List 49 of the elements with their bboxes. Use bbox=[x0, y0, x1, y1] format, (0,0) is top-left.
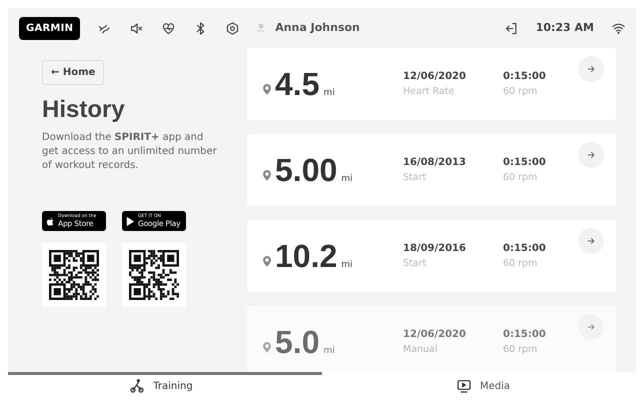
distance-unit: mi bbox=[341, 172, 353, 186]
brand-logo: GARMIN bbox=[19, 16, 80, 40]
record-card[interactable]: 4.5 mi 12/06/2020 Heart Rate 0:15:00 60 rpm bbox=[247, 48, 616, 120]
distance-value: 5.00 bbox=[275, 154, 338, 186]
record-date: 16/08/2013 bbox=[403, 156, 467, 170]
record-card[interactable]: 5.00 mi 16/08/2013 Start 0:15:00 60 rpm bbox=[247, 134, 616, 206]
distance-value: 5.0 bbox=[275, 326, 320, 358]
record-cadence: 60 rpm bbox=[503, 256, 538, 271]
distance-unit: mi bbox=[341, 258, 353, 272]
record-mode: Manual bbox=[403, 342, 439, 357]
record-mode: Heart Rate bbox=[403, 84, 456, 99]
tab[interactable]: Training bbox=[0, 372, 322, 400]
distance-value: 10.2 bbox=[275, 240, 338, 272]
cyclist-icon bbox=[129, 378, 146, 394]
home-button[interactable]: ← Home bbox=[42, 60, 104, 85]
distance-unit: mi bbox=[323, 86, 335, 100]
qr-code bbox=[42, 243, 106, 307]
record-card[interactable]: 5.0 mi 12/06/2020 Manual 0:15:00 60 rpm bbox=[247, 306, 616, 372]
location-pin-icon bbox=[261, 169, 273, 181]
page-title: History bbox=[42, 95, 126, 125]
record-duration: 0:15:00 bbox=[503, 328, 547, 342]
user-name: Anna Johnson bbox=[275, 20, 360, 36]
location-pin-icon bbox=[261, 255, 273, 267]
record-duration: 0:15:00 bbox=[503, 156, 547, 170]
record-date: 12/06/2020 bbox=[403, 70, 467, 84]
record-mode: Start bbox=[403, 256, 428, 271]
settings-icon[interactable] bbox=[225, 20, 240, 36]
tab[interactable]: Media bbox=[322, 372, 644, 400]
location-pin-icon bbox=[261, 83, 273, 95]
heart-icon[interactable] bbox=[161, 20, 176, 36]
speaker-muted-icon[interactable] bbox=[129, 20, 144, 36]
clock-time: 10:23 AM bbox=[536, 20, 594, 36]
play-screen-icon bbox=[456, 378, 472, 394]
record-duration: 0:15:00 bbox=[503, 242, 547, 256]
record-date: 12/06/2020 bbox=[403, 328, 467, 342]
location-pin-icon bbox=[261, 341, 273, 353]
record-cadence: 60 rpm bbox=[503, 342, 538, 357]
record-duration: 0:15:00 bbox=[503, 70, 547, 84]
distance-value: 4.5 bbox=[275, 68, 320, 100]
logout-icon[interactable] bbox=[504, 20, 519, 36]
promo-text: Download the SPIRIT+ app and get access to an unlimited number of workout records. bbox=[42, 131, 217, 173]
distance-unit: mi bbox=[323, 344, 335, 358]
record-cadence: 60 rpm bbox=[503, 84, 538, 99]
record-date: 18/09/2016 bbox=[403, 242, 467, 256]
record-mode: Start bbox=[403, 170, 428, 185]
person-icon bbox=[255, 22, 268, 34]
qr-code bbox=[122, 243, 186, 307]
record-card[interactable]: 10.2 mi 18/09/2016 Start 0:15:00 60 rpm bbox=[247, 220, 616, 292]
record-cadence: 60 rpm bbox=[503, 170, 538, 185]
